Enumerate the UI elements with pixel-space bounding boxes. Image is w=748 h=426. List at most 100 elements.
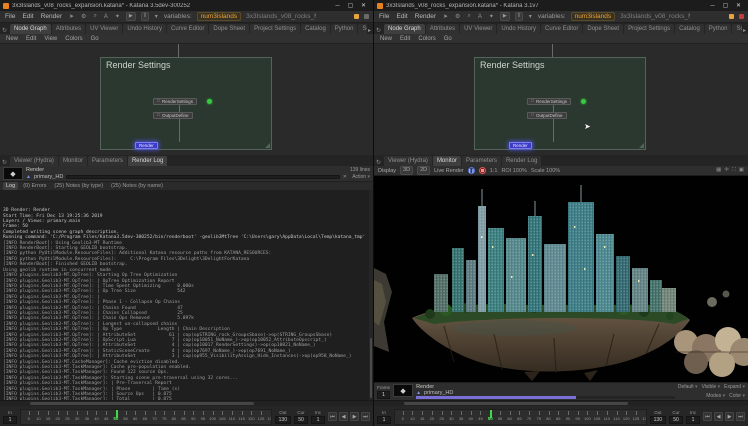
backdrop-resize-handle[interactable] <box>265 143 270 148</box>
mode-3d-toggle[interactable]: 3D <box>400 166 413 175</box>
current-frame-field[interactable]: 50 <box>669 416 683 424</box>
gear-icon[interactable]: ⚙ <box>80 13 87 20</box>
log-filter[interactable]: (25) Notes (by type) <box>51 182 106 190</box>
node-rendersettings[interactable]: RenderSettings <box>527 98 571 105</box>
main-tab[interactable]: UV Viewer <box>86 24 122 34</box>
in-field[interactable]: 1 <box>3 416 17 424</box>
bottom-tab[interactable]: Parameters <box>462 156 501 166</box>
in-field[interactable]: 1 <box>377 416 391 424</box>
transport-button[interactable]: ⏮ <box>703 412 712 421</box>
menu-file[interactable]: File <box>378 13 390 20</box>
node-render[interactable]: Render <box>135 142 158 149</box>
render-settings-backdrop[interactable]: Render Settings RenderSettings OutputDef… <box>474 57 646 150</box>
render-thumbnail[interactable]: ◆ <box>3 167 23 180</box>
search-icon[interactable]: ⌕ <box>466 13 471 20</box>
visible-dropdown[interactable]: Visible <box>702 384 721 390</box>
main-tab[interactable]: Project Settings <box>624 24 674 34</box>
log-scrollbar-thumb[interactable] <box>370 338 372 398</box>
main-tab[interactable]: Node Graph <box>384 24 425 34</box>
main-tab[interactable]: Scene Gr <box>358 24 367 34</box>
menu-file[interactable]: File <box>4 13 16 20</box>
transport-button[interactable]: ▶ <box>725 412 734 421</box>
timeline-scroll-thumb[interactable] <box>30 402 254 405</box>
node-render[interactable]: Render <box>509 142 532 149</box>
variables-dropdown[interactable]: num3islands <box>197 12 242 21</box>
main-tab[interactable]: UV Viewer <box>460 24 496 34</box>
grid-icon[interactable]: ▦ <box>716 167 721 174</box>
title-bar[interactable]: 3x3Islands_v08_rocks_expansion.katana* -… <box>374 0 748 11</box>
main-tab[interactable]: Catalog <box>301 24 330 34</box>
main-tab[interactable]: Python <box>331 24 358 34</box>
render-thumbnail[interactable]: ◆ <box>393 384 413 397</box>
default-dropdown[interactable]: Default <box>678 384 698 390</box>
pause-render-icon[interactable]: ❚❚ <box>468 167 475 174</box>
nodegraph-menu-item[interactable]: Go <box>443 36 453 42</box>
render-log-view[interactable]: 3D Render: RenderStart Time: Fri Dec 13 … <box>0 190 373 400</box>
text-tool-icon[interactable]: A <box>103 14 109 20</box>
modes-dropdown[interactable]: Modes <box>706 393 725 399</box>
camera-icon[interactable]: ▣ <box>739 167 744 174</box>
crosshair-icon[interactable]: ✛ <box>724 167 729 174</box>
close-icon[interactable]: ✕ <box>343 174 347 180</box>
nodegraph-menu-item[interactable]: New <box>379 36 393 42</box>
transport-button[interactable]: ◀ <box>714 412 723 421</box>
bottom-tab[interactable]: Viewer (Hydra) <box>384 156 432 166</box>
main-tab[interactable]: Dope Sheet <box>209 24 249 34</box>
minimize-button[interactable]: ─ <box>331 1 344 11</box>
timeline-scrollbar[interactable] <box>0 401 373 406</box>
main-tab[interactable]: Python <box>705 24 732 34</box>
log-filter[interactable]: (0) Errors <box>20 182 49 190</box>
transport-button[interactable]: ⏭ <box>736 412 745 421</box>
main-tab[interactable]: Curve Editor <box>541 24 582 34</box>
nodegraph-menu-item[interactable]: Colors <box>417 36 436 42</box>
increment-field[interactable]: 1 <box>311 416 325 424</box>
nodegraph-canvas[interactable]: Render Settings RenderSettings OutputDef… <box>0 44 373 155</box>
node-outputdefine[interactable]: OutputDefine <box>153 112 193 119</box>
render-settings-backdrop[interactable]: Render Settings RenderSettings OutputDef… <box>100 57 272 150</box>
bottom-tab[interactable]: Render Log <box>128 156 167 166</box>
tab-overflow-icon[interactable]: ▸ <box>368 27 371 34</box>
bottom-tab[interactable]: Viewer (Hydra) <box>10 156 58 166</box>
close-button[interactable]: ✕ <box>732 1 745 11</box>
search-icon[interactable]: ⌕ <box>92 13 97 20</box>
pause-render-button[interactable]: ‖ <box>515 12 523 21</box>
main-tab[interactable]: Project Settings <box>250 24 300 34</box>
timeline-scroll-thumb[interactable] <box>404 402 628 405</box>
node-outputdefine[interactable]: OutputDefine <box>527 112 567 119</box>
maximize-button[interactable]: ▢ <box>719 1 732 11</box>
cursor-icon[interactable]: ➤ <box>442 13 449 20</box>
nodegraph-menu-item[interactable]: View <box>43 36 58 42</box>
nodegraph-menu-item[interactable]: Go <box>90 36 100 42</box>
view-flag-green-dot[interactable] <box>581 99 586 104</box>
refresh-icon[interactable]: ↻ <box>376 159 381 166</box>
menu-edit[interactable]: Edit <box>395 13 408 20</box>
chevron-down-icon[interactable]: ▾ <box>154 13 159 20</box>
log-filter[interactable]: (25) Notes (by name) <box>108 182 166 190</box>
action-dropdown[interactable]: Action <box>352 174 370 180</box>
refresh-icon[interactable]: ↻ <box>376 27 381 34</box>
zoom-ratio-chip[interactable]: 1:1 <box>490 168 498 174</box>
pause-render-button[interactable]: ‖ <box>141 12 149 21</box>
node-rendersettings[interactable]: RenderSettings <box>153 98 197 105</box>
main-tab[interactable]: Attributes <box>52 24 85 34</box>
nodegraph-menu-item[interactable]: Edit <box>25 36 37 42</box>
log-scrollbar[interactable] <box>369 190 373 400</box>
nodegraph-menu-item[interactable]: Colors <box>64 36 83 42</box>
bottom-tab[interactable]: Parameters <box>88 156 127 166</box>
refresh-icon[interactable]: ↻ <box>2 27 7 34</box>
transport-button[interactable]: ⏮ <box>328 412 337 421</box>
nodegraph-menu-item[interactable]: New <box>5 36 19 42</box>
stop-render-icon[interactable] <box>479 167 486 174</box>
chevron-down-icon[interactable]: ▾ <box>528 13 533 20</box>
tab-overflow-icon[interactable]: ▸ <box>743 27 746 34</box>
color-dropdown[interactable]: Color <box>729 393 745 399</box>
flag-icon[interactable]: ✦ <box>488 13 495 20</box>
backdrop-resize-handle[interactable] <box>639 143 644 148</box>
monitor-viewport[interactable] <box>374 176 748 382</box>
maximize-button[interactable]: ▢ <box>344 1 357 11</box>
expand-dropdown[interactable]: Expand <box>724 384 745 390</box>
minimize-button[interactable]: ─ <box>706 1 719 11</box>
timeline-scrollbar[interactable] <box>374 401 748 406</box>
main-tab[interactable]: Undo History <box>497 24 540 34</box>
main-tab[interactable]: Dope Sheet <box>583 24 623 34</box>
